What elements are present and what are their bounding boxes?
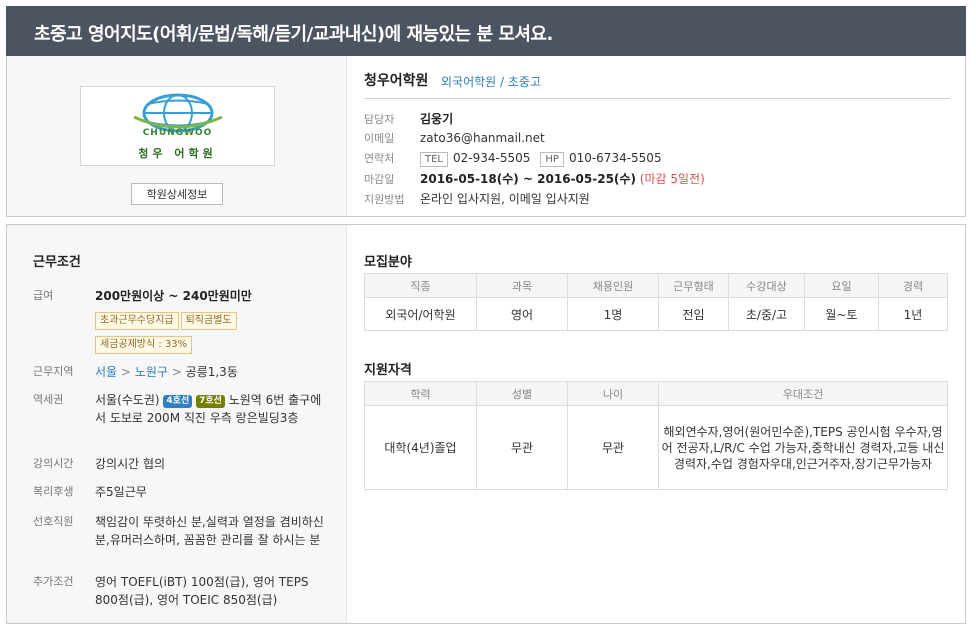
qualification-table: 학력 성별 나이 우대조건 대학(4년)졸업 무관 무관 해외연수자,영어(원어… bbox=[364, 381, 948, 490]
qualification-header-row: 학력 성별 나이 우대조건 bbox=[364, 381, 948, 406]
col-header: 근무형태 bbox=[658, 273, 729, 298]
col-header: 직종 bbox=[364, 273, 477, 298]
table-cell: 외국어/어학원 bbox=[364, 297, 477, 331]
work-conditions-heading: 근무조건 bbox=[33, 255, 81, 270]
hours-label: 강의시간 bbox=[33, 457, 74, 470]
extra-label: 추가조건 bbox=[33, 575, 74, 588]
salary-tag: 세금공제방식 : 33% bbox=[95, 336, 193, 354]
apply-method-row: 지원방법 온라인 입사지원, 이메일 입사지원 bbox=[364, 190, 590, 208]
qualification-heading: 지원자격 bbox=[364, 363, 412, 378]
welfare-value: 주5일근무 bbox=[95, 485, 147, 499]
job-details-panel: 근무조건 급여 200만원이상 ~ 240만원미만 초과근무수당지급 퇴직금별도 … bbox=[6, 224, 966, 624]
subway-line-7-badge: 7호선 bbox=[196, 395, 225, 408]
col-header: 우대조건 bbox=[658, 381, 948, 406]
academy-category-link[interactable]: 외국어학원 / 초중고 bbox=[441, 73, 541, 90]
salary-label: 급여 bbox=[33, 289, 54, 302]
gender-cell: 무관 bbox=[476, 405, 568, 490]
table-cell: 1명 bbox=[567, 297, 659, 331]
col-header: 경력 bbox=[878, 273, 948, 298]
posting-title-bar: 초중고 영어지도(어휘/문법/독해/듣기/교과내신)에 재능있는 분 모셔요. bbox=[6, 6, 966, 56]
apply-method-label: 지원방법 bbox=[364, 193, 405, 206]
email-value[interactable]: zato36@hanmail.net bbox=[420, 131, 545, 145]
extra-value: 영어 TOEFL(iBT) 100점(급), 영어 TEPS 800점(급), … bbox=[95, 575, 309, 607]
col-header: 성별 bbox=[476, 381, 568, 406]
table-cell: 전임 bbox=[658, 297, 729, 331]
manager-label: 담당자 bbox=[364, 113, 395, 126]
location-row: 근무지역 서울 > 노원구 > 공릉1,3동 bbox=[33, 363, 333, 383]
tel-tag: TEL bbox=[420, 152, 448, 167]
location-dong: 공릉1,3동 bbox=[185, 365, 238, 379]
logo-text-en: CHUNGWOO bbox=[142, 128, 213, 138]
table-cell: 1년 bbox=[878, 297, 948, 331]
preferred-label: 선호직원 bbox=[33, 515, 74, 528]
col-header: 과목 bbox=[476, 273, 568, 298]
salary-value: 200만원이상 ~ 240만원미만 초과근무수당지급 퇴직금별도 세금공제방식 :… bbox=[95, 287, 325, 358]
info-divider bbox=[364, 98, 950, 99]
col-header: 채용인원 bbox=[567, 273, 659, 298]
col-header: 요일 bbox=[804, 273, 879, 298]
breadcrumb-separator: > bbox=[171, 365, 182, 379]
preferred-value: 책임감이 뚜렷하신 분,실력과 열정을 겸비하신 분,유머러스하며, 꼼꼼한 관… bbox=[95, 515, 324, 547]
location-city-link[interactable]: 서울 bbox=[95, 365, 117, 379]
salary-tags: 초과근무수당지급 퇴직금별도 세금공제방식 : 33% bbox=[95, 310, 325, 358]
manager-value: 김웅기 bbox=[420, 112, 454, 126]
preference-cell: 해외연수자,영어(원어민수준),TEPS 공인시험 우수자,영어 전공자,L/R… bbox=[658, 405, 948, 490]
hp-value: 010-6734-5505 bbox=[568, 151, 662, 165]
deadline-row: 마감일 2016-05-18(수) ~ 2016-05-25(수) (마감 5일전… bbox=[364, 170, 705, 188]
recruit-header-row: 직종 과목 채용인원 근무형태 수강대상 요일 경력 bbox=[364, 273, 948, 298]
hours-row: 강의시간 강의시간 협의 bbox=[33, 455, 333, 475]
table-row: 대학(4년)졸업 무관 무관 해외연수자,영어(원어민수준),TEPS 공인시험… bbox=[364, 405, 948, 490]
manager-row: 담당자 김웅기 bbox=[364, 110, 453, 128]
deadline-value: 2016-05-18(수) ~ 2016-05-25(수) bbox=[420, 172, 636, 186]
salary-row: 급여 200만원이상 ~ 240만원미만 초과근무수당지급 퇴직금별도 세금공제방… bbox=[33, 287, 333, 354]
apply-method-value: 온라인 입사지원, 이메일 입사지원 bbox=[420, 192, 590, 206]
contact-row: 연락처 TEL 02-934-5505 HP 010-6734-5505 bbox=[364, 150, 662, 168]
logo-zone: CHUNGWOO 청우 어학원 학원상세정보 bbox=[7, 56, 347, 216]
recruit-heading: 모집분야 bbox=[364, 255, 412, 270]
table-cell: 영어 bbox=[476, 297, 568, 331]
academy-info-panel: CHUNGWOO 청우 어학원 학원상세정보 청우어학원 외국어학원 / 초중고… bbox=[6, 56, 966, 217]
deadline-note: (마감 5일전) bbox=[639, 172, 705, 186]
recruit-table: 직종 과목 채용인원 근무형태 수강대상 요일 경력 외국어/어학원 영어 1명… bbox=[364, 273, 948, 331]
contact-label: 연락처 bbox=[364, 152, 395, 165]
hours-value: 강의시간 협의 bbox=[95, 457, 166, 471]
email-row: 이메일 zato36@hanmail.net bbox=[364, 130, 545, 148]
col-header: 수강대상 bbox=[728, 273, 805, 298]
academy-detail-button[interactable]: 학원상세정보 bbox=[131, 183, 223, 205]
tel-value: 02-934-5505 bbox=[453, 151, 531, 165]
salary-tag: 퇴직금별도 bbox=[180, 312, 237, 330]
station-label: 역세권 bbox=[33, 393, 64, 406]
work-conditions: 근무조건 급여 200만원이상 ~ 240만원미만 초과근무수당지급 퇴직금별도 … bbox=[7, 225, 347, 623]
hp-tag: HP bbox=[540, 152, 564, 167]
location-district-link[interactable]: 노원구 bbox=[135, 365, 168, 379]
salary-range: 200만원이상 ~ 240만원미만 bbox=[95, 289, 252, 303]
email-label: 이메일 bbox=[364, 132, 395, 145]
col-header: 학력 bbox=[364, 381, 477, 406]
location-value: 서울 > 노원구 > 공릉1,3동 bbox=[95, 363, 325, 381]
logo-text-kr: 청우 어학원 bbox=[138, 147, 217, 160]
welfare-row: 복리후생 주5일근무 bbox=[33, 483, 333, 503]
breadcrumb-separator: > bbox=[120, 365, 131, 379]
col-header: 나이 bbox=[567, 381, 659, 406]
table-cell: 월~토 bbox=[804, 297, 879, 331]
welfare-label: 복리후생 bbox=[33, 485, 74, 498]
location-label: 근무지역 bbox=[33, 365, 74, 378]
salary-tag: 초과근무수당지급 bbox=[95, 312, 179, 330]
education-cell: 대학(4년)졸업 bbox=[364, 405, 477, 490]
station-region: 서울(수도권) bbox=[95, 393, 160, 407]
academy-name[interactable]: 청우어학원 bbox=[364, 70, 428, 90]
station-row: 역세권 서울(수도권) 4호선 7호선 노원역 6번 출구에서 도보로 200M… bbox=[33, 391, 333, 449]
age-cell: 무관 bbox=[567, 405, 659, 490]
academy-logo: CHUNGWOO 청우 어학원 bbox=[80, 86, 275, 166]
table-cell: 초/중/고 bbox=[728, 297, 805, 331]
station-value: 서울(수도권) 4호선 7호선 노원역 6번 출구에서 도보로 200M 직진 … bbox=[95, 391, 325, 427]
posting-title: 초중고 영어지도(어휘/문법/독해/듣기/교과내신)에 재능있는 분 모셔요. bbox=[34, 24, 553, 45]
preferred-row: 선호직원 책임감이 뚜렷하신 분,실력과 열정을 겸비하신 분,유머러스하며, … bbox=[33, 513, 333, 569]
table-row: 외국어/어학원 영어 1명 전임 초/중/고 월~토 1년 bbox=[364, 297, 948, 331]
subway-line-4-badge: 4호선 bbox=[163, 395, 193, 408]
extra-row: 추가조건 영어 TOEFL(iBT) 100점(급), 영어 TEPS 800점… bbox=[33, 573, 333, 613]
deadline-label: 마감일 bbox=[364, 173, 395, 186]
